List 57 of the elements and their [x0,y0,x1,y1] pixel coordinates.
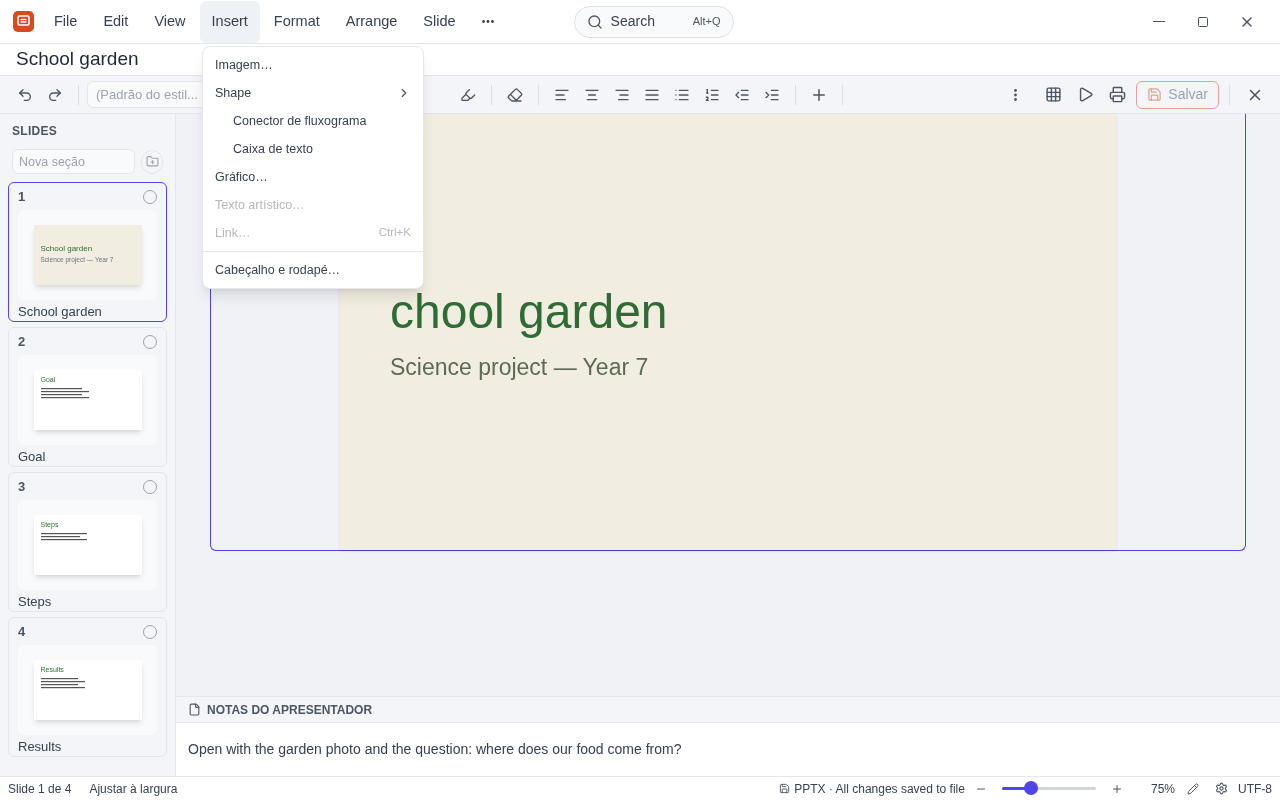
search-bar[interactable]: Search Alt+Q [573,5,734,38]
section-name-field[interactable]: Nova seção [12,149,135,174]
slide-title: Goal [18,447,47,466]
slide-number: 2 [18,333,26,351]
document-title: School garden [16,47,139,72]
slide-title: Results [18,737,63,756]
slide-number: 1 [18,188,26,206]
app-logo-icon [13,11,34,32]
menu-option[interactable]: Gráfico… [203,163,423,191]
pencil-icon[interactable] [1187,782,1199,795]
zoom-level: 75% [1150,780,1175,798]
eraser-icon [507,86,523,103]
undo-icon [17,86,33,103]
search-icon [586,13,603,30]
redo-icon [47,86,63,103]
sidebar-heading: SLIDES [11,123,59,140]
menu-item[interactable]: Insert [199,0,260,43]
settings-icon[interactable] [1215,782,1228,795]
shortcut-hint: Alt+Q [692,14,721,30]
highlighter-icon [460,86,476,103]
kebab-menu-icon [1013,88,1017,101]
menu-item[interactable]: File [42,0,90,43]
slide-title: Steps [18,592,53,611]
plus-icon [1110,782,1123,795]
menu-item[interactable]: Format [261,0,332,43]
ellipsis-icon [481,20,494,23]
slide-title: School garden [18,302,103,321]
minimize-icon [1153,20,1165,23]
search-input[interactable]: Search [610,11,681,32]
thumbnail-body-lines [40,387,91,400]
zoom-slider-thumb[interactable] [1024,781,1039,795]
notes-heading: NOTAS DO APRESENTADOR [207,701,373,719]
slide-number: 3 [18,478,26,496]
encoding: UTF-8 [1238,780,1272,798]
menu-option[interactable]: Cabeçalho e rodapé… [203,256,423,284]
table-icon [1044,86,1062,103]
menu-item[interactable]: Edit [91,0,141,43]
save-status: PPTX · All changes saved to file [794,780,965,798]
numbered-list-icon [704,86,720,103]
slide-position: Slide 1 de 4 [8,780,72,798]
submenu-option[interactable]: Caixa de texto [203,135,423,163]
slide-subtitle: Science project — Year 7 [390,353,650,382]
folder-plus-icon [145,155,159,168]
fit-width-button[interactable]: Ajustar à largura [89,779,178,798]
menu-item[interactable]: Arrange [333,0,410,43]
document-icon [188,703,201,716]
zoom-in-button[interactable] [1110,782,1123,795]
print-icon [1108,86,1126,103]
menu-item[interactable]: View [142,0,198,43]
menu-option[interactable]: Imagem… [203,51,423,79]
menu-item[interactable]: Slide [411,0,468,43]
slide-number: 4 [18,623,26,641]
submenu-option[interactable]: Conector de fluxograma [203,107,423,135]
speaker-notes-text[interactable]: Open with the garden photo and the question: where does our food come from? [188,739,682,760]
thumbnail-title: School garden [40,245,94,254]
maximize-icon [1197,15,1209,28]
slide-title-text: chool garden [390,284,669,340]
